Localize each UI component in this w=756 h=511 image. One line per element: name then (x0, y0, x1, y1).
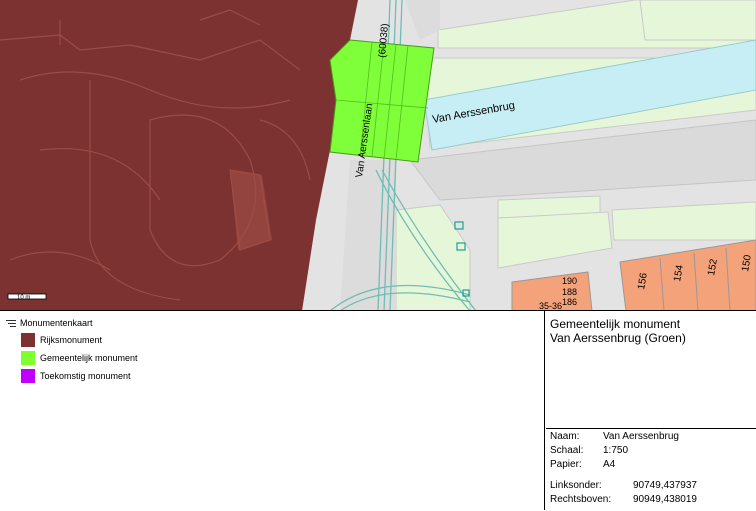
legend-item-gemeentelijk: Gemeentelijk monument (21, 351, 138, 365)
meta-value: 90749,437937 (633, 480, 697, 491)
meta-key: Rechtsboven: (550, 494, 612, 505)
scale-bar-label: 10 m (17, 295, 30, 301)
rijksmonument-area (0, 0, 358, 311)
legend-menu-icon (6, 319, 16, 328)
meta-key: Naam: (550, 431, 580, 442)
map-footer: Monumentenkaart Rijksmonument Gemeenteli… (0, 310, 756, 510)
meta-key: Papier: (550, 459, 582, 470)
map-canvas: Van Aerssenbrug Van Aerssenlaan (60038) … (0, 0, 756, 311)
meta-value: A4 (603, 459, 616, 470)
info-title-line2: Van Aerssenbrug (Groen) (550, 331, 686, 345)
house-number-label: 190 (562, 276, 577, 286)
legend-label: Gemeentelijk monument (40, 353, 138, 363)
meta-value: Van Aerssenbrug (603, 431, 679, 442)
legend-swatch-toekomstig (21, 369, 35, 383)
legend-item-toekomstig: Toekomstig monument (21, 369, 131, 383)
legend-header: Monumentenkaart (6, 316, 93, 330)
meta-key: Linksonder: (550, 480, 602, 491)
legend-panel: Monumentenkaart Rijksmonument Gemeenteli… (0, 311, 545, 510)
green-area-top-right (639, 0, 756, 41)
legend-title: Monumentenkaart (20, 318, 93, 328)
legend-item-rijksmonument: Rijksmonument (21, 333, 102, 347)
meta-key: Schaal: (550, 445, 584, 456)
meta-value: 1:750 (603, 445, 629, 456)
legend-label: Rijksmonument (40, 335, 103, 345)
info-title-panel: Gemeentelijk monument Van Aerssenbrug (G… (546, 311, 756, 429)
house-number-label: 186 (562, 297, 577, 307)
legend-swatch-rijksmonument (21, 333, 35, 347)
house-number-label: 188 (562, 287, 577, 297)
monument-map[interactable]: Van Aerssenbrug Van Aerssenlaan (60038) … (0, 0, 756, 311)
info-meta-panel: Naam: Van Aerssenbrug Schaal: 1:750 Papi… (546, 429, 756, 511)
meta-value: 90949,438019 (633, 494, 697, 505)
legend-label: Toekomstig monument (40, 371, 131, 381)
legend-swatch-gemeentelijk (21, 351, 35, 365)
info-title-line1: Gemeentelijk monument (550, 317, 681, 331)
